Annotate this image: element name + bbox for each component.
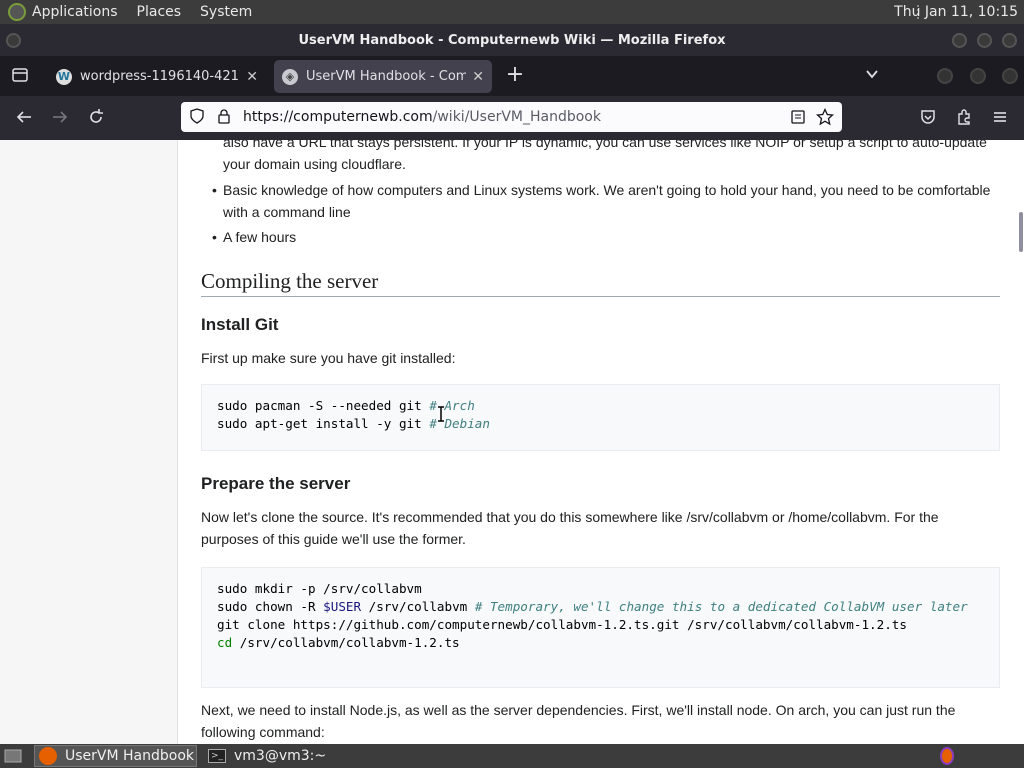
code-block-git[interactable]: sudo pacman -S --needed git # Arch sudo …	[201, 384, 1000, 451]
new-tab-plus-icon[interactable]: +	[505, 64, 525, 88]
requirements-list: Basic knowledge of how computers and Lin…	[201, 179, 1001, 248]
bookmark-star-icon[interactable]	[815, 107, 835, 130]
reader-view-icon[interactable]	[790, 109, 806, 129]
tab-title: wordpress-1196140-42178€	[80, 69, 240, 84]
tab-strip: W wordpress-1196140-42178€ ✕ ◈ UserVM Ha…	[0, 56, 1024, 96]
code-text: sudo chown -R	[217, 599, 324, 614]
window-menu-icon[interactable]	[6, 33, 21, 48]
page-content[interactable]: also have a URL that stays persistent. I…	[0, 140, 1024, 744]
gnome-foot-icon[interactable]	[8, 3, 26, 21]
clock[interactable]: Thu Jan 11, 10:15	[894, 4, 1018, 20]
tab-close-icon[interactable]: ✕	[246, 69, 258, 85]
code-text: sudo apt-get install -y git	[217, 416, 430, 431]
minimize-icon[interactable]	[952, 33, 967, 48]
close-window-icon[interactable]	[1002, 33, 1017, 48]
show-desktop-icon[interactable]	[0, 745, 26, 767]
paragraph-prepare: Now let's clone the source. It's recomme…	[201, 509, 939, 547]
hamburger-menu-icon[interactable]	[990, 108, 1010, 128]
titlebar-dot-icon	[937, 68, 953, 84]
code-variable: $USER	[323, 599, 362, 614]
tab-list-icon[interactable]	[10, 66, 30, 86]
forward-arrow-icon[interactable]	[50, 108, 70, 128]
window-title: UserVM Handbook - Computernewb Wiki — Mo…	[298, 32, 726, 48]
partial-line-2: your domain using cloudflare.	[223, 156, 406, 172]
taskbar-item-label: vm3@vm3:~	[234, 748, 327, 764]
wiki-sidebar	[0, 140, 178, 744]
back-arrow-icon[interactable]	[14, 108, 34, 128]
window-titlebar[interactable]: UserVM Handbook - Computernewb Wiki — Mo…	[0, 24, 1024, 56]
heading-install-git: Install Git	[201, 315, 279, 334]
text-cursor-icon	[437, 406, 445, 422]
url-bar[interactable]: https://computernewb.com/wiki/UserVM_Han…	[181, 102, 842, 132]
scrollbar-thumb[interactable]	[1019, 212, 1023, 252]
url-domain: https://computernewb.com	[243, 109, 433, 125]
menu-places[interactable]: Places	[137, 4, 182, 20]
code-text: /srv/collabvm	[361, 599, 475, 614]
code-keyword: cd	[217, 635, 233, 650]
menu-system[interactable]: System	[200, 4, 252, 20]
shield-icon[interactable]	[189, 108, 207, 126]
taskbar-item-terminal[interactable]: >_ vm3@vm3:~	[204, 745, 354, 767]
list-item: Basic knowledge of how computers and Lin…	[201, 179, 1001, 223]
firefox-icon	[39, 747, 57, 765]
reload-icon[interactable]	[86, 108, 106, 128]
tab-wordpress[interactable]: W wordpress-1196140-42178€ ✕	[48, 60, 266, 93]
top-panel: Applications Places System Thu Jan 11, 1…	[0, 0, 1024, 24]
maximize-icon[interactable]	[977, 33, 992, 48]
code-block-prepare[interactable]: sudo mkdir -p /srv/collabvm sudo chown -…	[201, 567, 1000, 688]
code-text: sudo pacman -S --needed git	[217, 398, 430, 413]
partial-list-item-text: also have a URL that stays persistent. I…	[223, 140, 1003, 175]
url-text: https://computernewb.com/wiki/UserVM_Han…	[243, 109, 601, 125]
titlebar-dot-icon	[970, 68, 986, 84]
code-line: git clone https://github.com/computernew…	[217, 617, 907, 632]
tray-firefox-icon[interactable]	[936, 745, 958, 767]
pocket-icon[interactable]	[918, 108, 938, 128]
code-line: cd /srv/collabvm/collabvm-1.2.ts	[217, 634, 984, 652]
navigation-toolbar: https://computernewb.com/wiki/UserVM_Han…	[0, 96, 1024, 140]
bottom-taskbar: UserVM Handbook ... >_ vm3@vm3:~	[0, 744, 1024, 768]
tab-title: UserVM Handbook - Compu	[306, 69, 467, 84]
code-line: sudo mkdir -p /srv/collabvm	[217, 581, 422, 596]
heading-compiling-server: Compiling the server	[201, 270, 1000, 297]
code-text: /srv/collabvm/collabvm-1.2.ts	[232, 635, 460, 650]
extensions-puzzle-icon[interactable]	[954, 108, 974, 128]
paragraph-node: Next, we need to install Node.js, as wel…	[201, 702, 956, 740]
chevron-down-icon[interactable]	[862, 66, 882, 86]
code-comment: # Temporary, we'll change this to a dedi…	[474, 599, 968, 614]
paragraph-git: First up make sure you have git installe…	[201, 350, 456, 366]
code-line: sudo pacman -S --needed git # Arch	[217, 397, 984, 415]
firefox-icon	[940, 747, 954, 765]
taskbar-item-firefox[interactable]: UserVM Handbook ...	[34, 745, 197, 767]
code-line: sudo chown -R $USER /srv/collabvm # Temp…	[217, 598, 984, 616]
taskbar-item-label: UserVM Handbook ...	[65, 748, 196, 764]
lock-icon[interactable]	[217, 108, 233, 126]
wordpress-icon: W	[56, 68, 72, 85]
code-line: sudo apt-get install -y git # Debian	[217, 415, 984, 433]
list-item: A few hours	[201, 226, 1001, 248]
wiki-icon: ◈	[282, 68, 298, 85]
page-scrollbar[interactable]	[1016, 140, 1024, 744]
partial-line: also have a URL that stays persistent. I…	[223, 140, 987, 150]
tab-close-icon[interactable]: ✕	[472, 69, 484, 85]
tab-uservm-handbook[interactable]: ◈ UserVM Handbook - Compu ✕	[274, 60, 492, 93]
url-path: /wiki/UserVM_Handbook	[432, 109, 601, 125]
heading-prepare-server: Prepare the server	[201, 474, 351, 493]
menu-applications[interactable]: Applications	[32, 4, 118, 20]
titlebar-dot-icon	[1002, 68, 1018, 84]
terminal-icon: >_	[208, 749, 226, 763]
